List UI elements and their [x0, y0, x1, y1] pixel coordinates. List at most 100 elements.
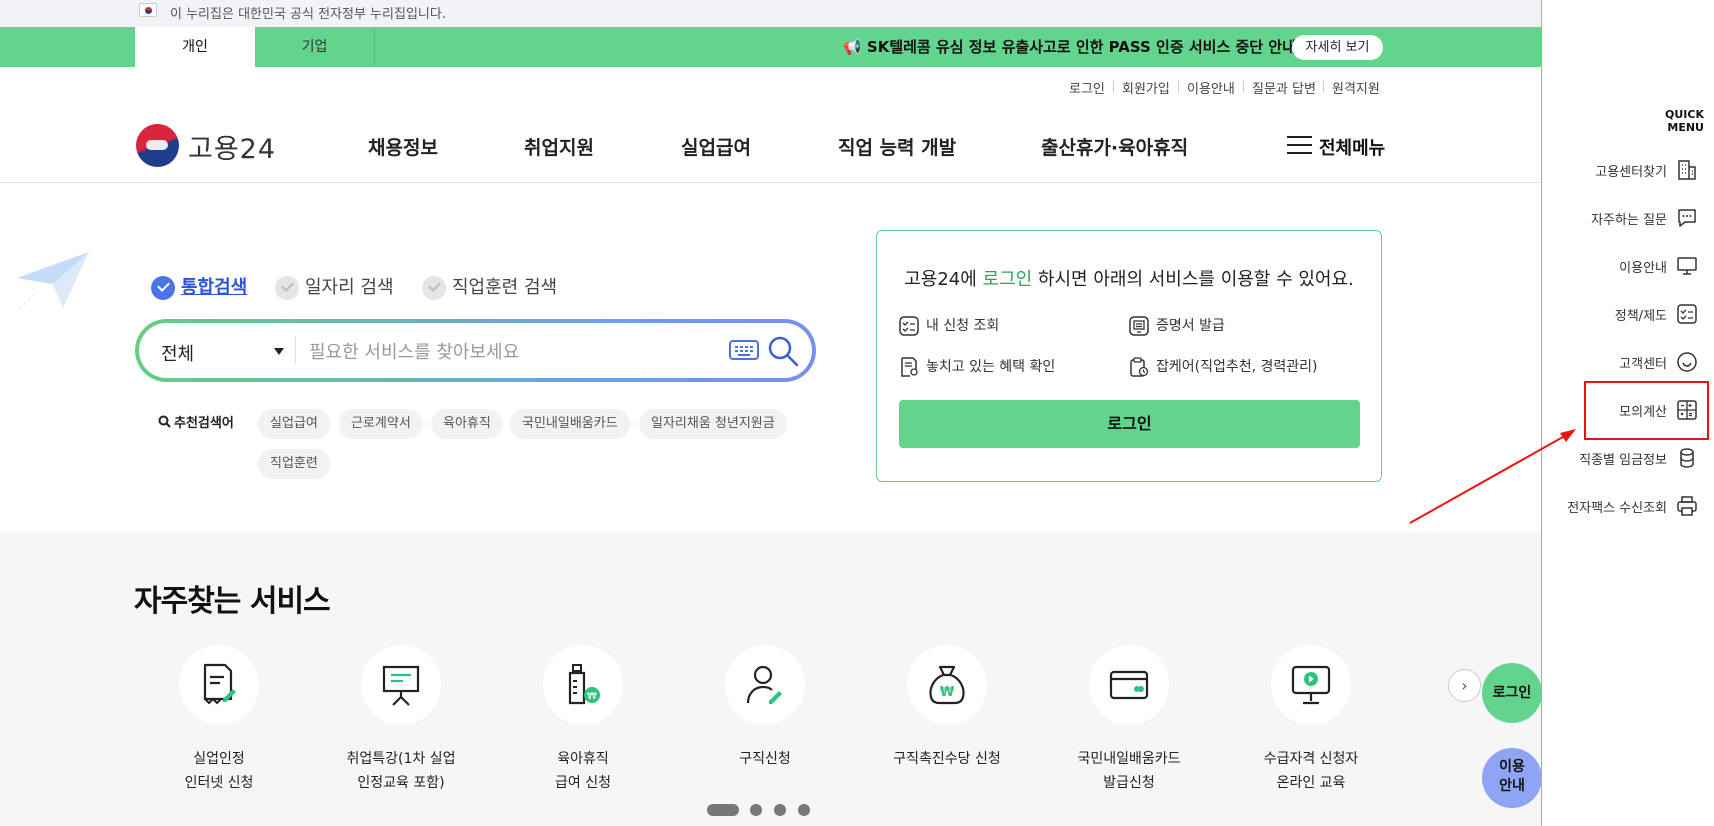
- page: 이 누리집은 대한민국 공식 전자정부 누리집입니다. 개인 기업 📢 SK텔레…: [0, 0, 1714, 826]
- money-bag-icon: ₩: [929, 665, 965, 705]
- search-icon[interactable]: [766, 334, 800, 368]
- search-type-training[interactable]: 직업훈련 검색: [422, 273, 557, 300]
- util-qna-link[interactable]: 질문과 답변: [1252, 78, 1316, 97]
- service-item-online-education[interactable]: 수급자격 신청자 온라인 교육: [1226, 645, 1396, 795]
- login-card-title: 고용24에 로그인 하시면 아래의 서비스를 이용할 수 있어요.: [904, 269, 1354, 290]
- check-circle-icon: [151, 276, 175, 300]
- top-bar: 개인 기업 📢 SK텔레콤 유심 정보 유출사고로 인한 PASS 인증 서비스…: [0, 27, 1541, 67]
- util-signup-link[interactable]: 회원가입: [1122, 78, 1170, 97]
- util-remote-link[interactable]: 원격지원: [1332, 78, 1380, 97]
- search-divider: [295, 337, 296, 364]
- floating-guide-button[interactable]: 이용 안내: [1482, 748, 1541, 808]
- annotation-highlight-box: [1584, 381, 1709, 440]
- quick-item-faq[interactable]: 자주하는 질문: [1541, 198, 1714, 238]
- svg-text:₩: ₩: [940, 685, 955, 700]
- recommended-chip[interactable]: 일자리채움 청년지원금: [639, 409, 787, 439]
- recommended-chip[interactable]: 실업급여: [258, 409, 330, 439]
- smile-icon: [1677, 352, 1697, 372]
- quick-item-customer-center[interactable]: 고객센터: [1541, 342, 1714, 382]
- taegeuk-logo-icon[interactable]: [136, 124, 179, 167]
- gnb-employment-support[interactable]: 취업지원: [524, 133, 594, 160]
- building-icon: [1678, 160, 1696, 180]
- card-icon: [1109, 670, 1149, 700]
- svg-text:₩: ₩: [587, 691, 597, 702]
- presentation-board-icon: [382, 665, 420, 706]
- login-button[interactable]: 로그인: [899, 400, 1360, 448]
- service-item-job-promotion-allowance[interactable]: ₩ 구직촉진수당 신청: [862, 645, 1032, 771]
- gnb-unemployment-benefit[interactable]: 실업급여: [681, 133, 751, 160]
- floating-login-button[interactable]: 로그인: [1482, 663, 1541, 723]
- missed-benefits-link[interactable]: 놓치고 있는 혜택 확인: [899, 356, 1055, 377]
- pager-dot-active[interactable]: [707, 804, 739, 816]
- jobcare-link[interactable]: 잡케어(직업추천, 경력관리): [1129, 356, 1318, 377]
- clipboard-clock-icon: [1130, 357, 1149, 377]
- gov-banner: 이 누리집은 대한민국 공식 전자정부 누리집입니다.: [0, 0, 1541, 27]
- login-card-title-link[interactable]: 로그인: [983, 269, 1033, 290]
- pager-dot[interactable]: [774, 804, 786, 816]
- monitor-play-icon: [1291, 665, 1331, 705]
- logo-text[interactable]: 고용24: [188, 127, 276, 166]
- recommended-chip[interactable]: 근로계약서: [339, 409, 423, 439]
- util-guide-link[interactable]: 이용안내: [1187, 78, 1235, 97]
- quick-item-policy[interactable]: 정책/제도: [1541, 294, 1714, 334]
- all-menu-button[interactable]: 전체메뉴: [1319, 134, 1385, 160]
- service-item-learning-card[interactable]: 국민내일배움카드 발급신청: [1044, 645, 1214, 795]
- document-search-icon: [901, 357, 918, 377]
- gnb-jobs[interactable]: 채용정보: [368, 133, 438, 160]
- printer-icon: [1677, 496, 1697, 516]
- pager-dot[interactable]: [750, 804, 762, 816]
- checklist-icon: [899, 316, 919, 336]
- paper-plane-icon: [16, 252, 89, 310]
- chat-bubble-icon: [1678, 209, 1696, 227]
- pager-dot[interactable]: [798, 804, 810, 816]
- search-type-jobs[interactable]: 일자리 검색: [275, 273, 394, 300]
- monitor-icon: [1677, 257, 1697, 275]
- service-item-job-application[interactable]: 구직신청: [680, 645, 850, 771]
- notice-text[interactable]: 📢 SK텔레콤 유심 정보 유출사고로 인한 PASS 인증 서비스 중단 안내: [843, 36, 1296, 57]
- annotation-arrow-icon: [1409, 429, 1576, 524]
- hamburger-icon[interactable]: [1287, 136, 1312, 156]
- util-divider: [1178, 81, 1179, 93]
- tab-corporate[interactable]: 기업: [255, 27, 375, 67]
- caret-down-icon[interactable]: [274, 348, 284, 355]
- baby-bottle-icon: ₩: [568, 664, 600, 705]
- recommended-label: 추천검색어: [158, 412, 234, 431]
- magnifier-icon: [158, 415, 171, 428]
- notice-detail-button[interactable]: 자세히 보기: [1292, 35, 1383, 60]
- quick-item-guide[interactable]: 이용안내: [1541, 246, 1714, 286]
- check-circle-icon: [422, 276, 446, 300]
- search-category-select[interactable]: 전체: [161, 340, 194, 366]
- gnb-skills-development[interactable]: 직업 능력 개발: [838, 133, 956, 160]
- util-login-link[interactable]: 로그인: [1069, 78, 1105, 97]
- recommended-chip[interactable]: 육아휴직: [431, 409, 503, 439]
- recommended-chip[interactable]: 직업훈련: [258, 449, 330, 479]
- quick-item-center-search[interactable]: 고용센터찾기: [1541, 150, 1714, 190]
- services-title: 자주찾는 서비스: [134, 584, 331, 619]
- chevron-right-icon: ›: [1461, 676, 1468, 695]
- document-pen-icon: [203, 663, 236, 705]
- certificate-icon: [1129, 316, 1149, 336]
- service-item-parental-leave[interactable]: ₩ 육아휴직 급여 신청: [498, 645, 668, 795]
- recommended-chip[interactable]: 국민내일배움카드: [510, 409, 630, 439]
- service-item-unemployment-recognition[interactable]: 실업인정 인터넷 신청: [134, 645, 304, 795]
- tab-personal[interactable]: 개인: [135, 27, 255, 67]
- coins-icon: [1680, 448, 1694, 468]
- main-content: 이 누리집은 대한민국 공식 전자정부 누리집입니다. 개인 기업 📢 SK텔레…: [0, 0, 1541, 826]
- keyboard-icon[interactable]: [729, 338, 759, 362]
- service-item-job-lecture[interactable]: 취업특강(1차 실업 인정교육 포함): [316, 645, 486, 795]
- login-card: 고용24에 로그인 하시면 아래의 서비스를 이용할 수 있어요. 내 신청 조…: [876, 230, 1382, 482]
- util-divider: [1113, 81, 1114, 93]
- carousel-next-button[interactable]: ›: [1448, 669, 1481, 702]
- search-type-integrated[interactable]: 통합검색: [151, 273, 247, 300]
- gov-banner-text: 이 누리집은 대한민국 공식 전자정부 누리집입니다.: [170, 7, 446, 22]
- util-divider: [1243, 81, 1244, 93]
- header-divider: [0, 182, 1541, 183]
- quick-menu-title: QUICK MENU: [1665, 108, 1704, 134]
- certificate-issue-link[interactable]: 증명서 발급: [1129, 315, 1225, 336]
- gnb-parental-leave[interactable]: 출산휴가·육아휴직: [1041, 133, 1188, 160]
- korea-flag-icon: [139, 3, 157, 17]
- util-divider: [1323, 81, 1324, 93]
- check-circle-icon: [275, 276, 299, 300]
- my-application-link[interactable]: 내 신청 조회: [899, 315, 999, 336]
- person-pen-icon: [746, 665, 782, 704]
